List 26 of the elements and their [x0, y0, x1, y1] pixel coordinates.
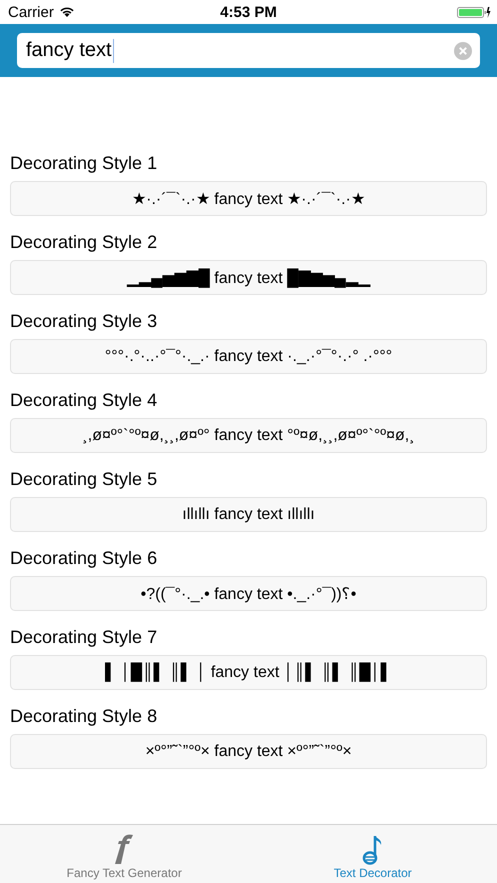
- carrier-name: Carrier: [8, 4, 54, 20]
- decorated-text-box[interactable]: °°°·.°·..·°¯°·._.· fancy text ·._.·°¯°·.·° .·°°°: [10, 339, 487, 374]
- style-title: Decorating Style 5: [10, 469, 158, 490]
- style-title: Decorating Style 1: [10, 153, 158, 174]
- decorated-text-box[interactable]: •?((¯°·._.• fancy text •._.·°¯))؟•: [10, 576, 487, 611]
- clear-icon[interactable]: [454, 42, 472, 60]
- style-title: Decorating Style 8: [10, 706, 158, 727]
- wifi-icon: [58, 6, 75, 18]
- decorated-text-box[interactable]: ▁▂▄▅▆▇█ fancy text █▇▆▅▄▂▁: [10, 260, 487, 295]
- search-field[interactable]: fancy text: [17, 33, 480, 68]
- style-title: Decorating Style 6: [10, 548, 158, 569]
- tab[interactable]: Text Decorator: [248, 825, 497, 883]
- style-title: Decorating Style 3: [10, 311, 158, 332]
- decorated-text-box[interactable]: ¸,ø¤º°`°º¤ø,¸¸,ø¤º° fancy text °º¤ø,¸¸,ø¤º°`°º¤ø,¸: [10, 418, 487, 453]
- battery-icon: [457, 5, 491, 19]
- decorated-text-box[interactable]: ıllıllı fancy text ıllıllı: [10, 497, 487, 532]
- music-note-icon: [362, 834, 384, 866]
- style-title: Decorating Style 2: [10, 232, 158, 253]
- style-title: Decorating Style 7: [10, 627, 158, 648]
- tab[interactable]: Fancy Text Generator: [0, 825, 248, 883]
- decorated-text-box[interactable]: ★·.·´¯`·.·★ fancy text ★·.·´¯`·.·★: [10, 181, 487, 216]
- decorated-text-box[interactable]: ×º°”˜`”°º× fancy text ×º°”˜`”°º×: [10, 734, 487, 769]
- style-title: Decorating Style 4: [10, 390, 158, 411]
- decorated-text-box[interactable]: ▌ │█║▌ ║▌ │ fancy text │║▌ ║▌ ║█│▌: [10, 655, 487, 690]
- italic-f-icon: [113, 834, 136, 866]
- clock: 4:53 PM: [220, 4, 277, 20]
